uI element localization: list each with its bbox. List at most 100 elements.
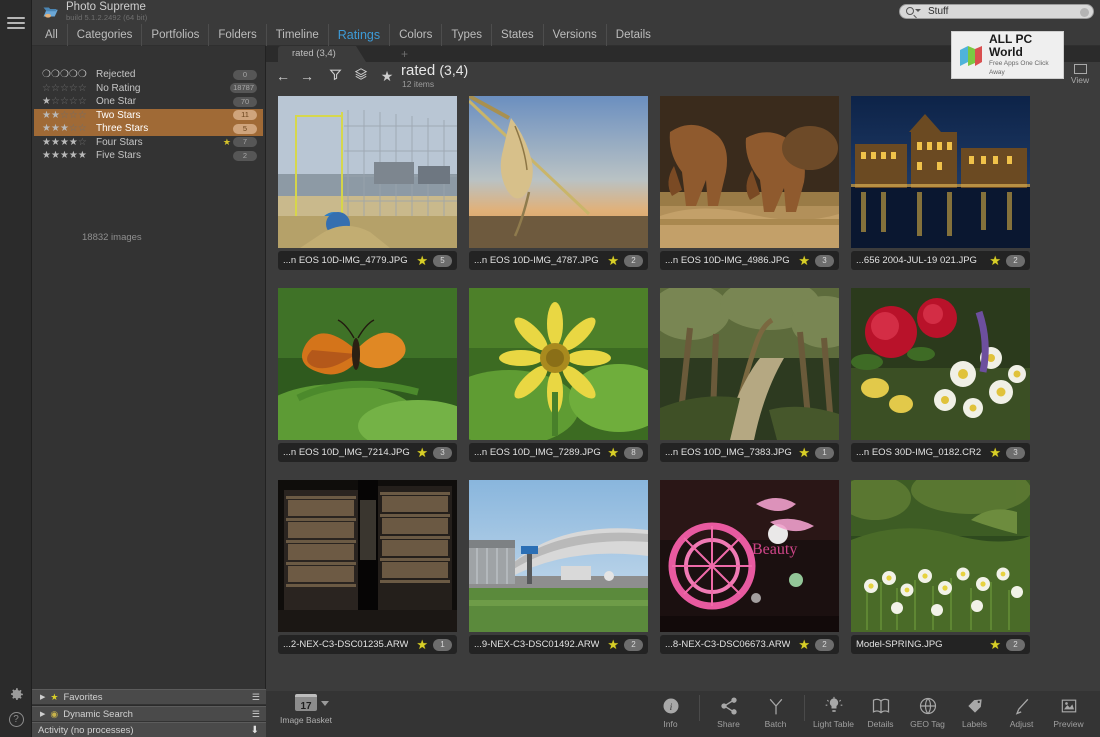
star-icon[interactable]: ★ — [376, 66, 398, 86]
thumbnail-image[interactable] — [660, 288, 839, 440]
panel-menu-icon[interactable]: ☰ — [252, 709, 259, 720]
star-rating-icons: ★★☆☆☆ — [42, 110, 96, 121]
star-icon[interactable]: ★ — [607, 640, 619, 650]
star-icon[interactable]: ★ — [798, 256, 810, 266]
sidebar-panel-dynamic-search[interactable]: ▶ ◉ Dynamic Search ☰ — [32, 706, 266, 722]
thumbnail-image[interactable] — [851, 96, 1030, 248]
thumbnail-cell[interactable]: Beauty ...8-NEX-C3-DSC06673.ARW★2 — [654, 478, 845, 670]
dynamic-search-icon: ◉ — [50, 709, 58, 720]
forward-icon[interactable]: → — [296, 66, 318, 86]
thumbnail-cell[interactable]: ...656 2004-JUL-19 021.JPG★2 — [845, 94, 1036, 286]
tool-label: Share — [705, 719, 752, 729]
tab-types[interactable]: Types — [442, 24, 492, 46]
tool-batch[interactable]: Batch — [752, 695, 799, 729]
thumbnail-cell[interactable]: Model-SPRING.JPG★2 — [845, 478, 1036, 670]
rating-row-four-stars[interactable]: ★★★★☆Four Stars★7 — [34, 136, 263, 150]
thumbnail-cell[interactable]: ...n EOS 30D-IMG_0182.CR2★3 — [845, 286, 1036, 478]
thumbnail-cell[interactable]: ...n EOS 10D_IMG_7383.JPG★1 — [654, 286, 845, 478]
stack-icon[interactable] — [350, 66, 372, 86]
thumbnail-image[interactable] — [278, 480, 457, 632]
thumbnail-image[interactable] — [851, 480, 1030, 632]
details-book-icon — [857, 695, 904, 717]
hamburger-menu-icon[interactable] — [0, 14, 32, 32]
tool-label: Batch — [752, 719, 799, 729]
thumbnail-cell[interactable]: ...n EOS 10D_IMG_7214.JPG★3 — [272, 286, 463, 478]
tab-all[interactable]: All — [36, 24, 68, 46]
document-tab[interactable]: rated (3,4) — [278, 46, 356, 62]
images-count-label: 18832 images — [82, 232, 142, 243]
thumbnail-cell[interactable]: ...n EOS 10D-IMG_4779.JPG★5 — [272, 94, 463, 286]
rating-row-one-star[interactable]: ★☆☆☆☆One Star70 — [34, 95, 263, 109]
tab-states[interactable]: States — [492, 24, 544, 46]
thumbnail-image[interactable] — [278, 96, 457, 248]
back-icon[interactable]: ← — [272, 66, 294, 86]
thumbnail-image[interactable] — [278, 288, 457, 440]
tool-light-table[interactable]: Light Table — [810, 695, 857, 729]
thumbnail-image[interactable] — [469, 480, 648, 632]
help-icon[interactable]: ? — [0, 712, 32, 727]
tab-portfolios[interactable]: Portfolios — [142, 24, 209, 46]
tab-colors[interactable]: Colors — [390, 24, 442, 46]
star-rating-icons: ☆☆☆☆☆ — [42, 83, 96, 94]
add-tab-button[interactable]: + — [401, 46, 408, 62]
star-icon[interactable]: ★ — [989, 256, 1001, 266]
tool-preview[interactable]: Preview — [1045, 695, 1092, 729]
activity-bar[interactable]: Activity (no processes) ⬇ — [32, 722, 266, 737]
tab-timeline[interactable]: Timeline — [267, 24, 329, 46]
tab-folders[interactable]: Folders — [209, 24, 266, 46]
thumbnail-image[interactable] — [660, 96, 839, 248]
tab-details[interactable]: Details — [607, 24, 660, 46]
rating-row-two-stars[interactable]: ★★☆☆☆Two Stars11 — [34, 109, 263, 123]
chevron-down-icon[interactable] — [915, 9, 921, 12]
star-icon[interactable]: ★ — [607, 256, 619, 266]
thumbnail-image[interactable] — [469, 96, 648, 248]
search-input[interactable]: Stuff — [899, 4, 1094, 19]
star-icon[interactable]: ★ — [798, 448, 810, 458]
clear-icon[interactable] — [1080, 8, 1089, 17]
panel-menu-icon[interactable]: ☰ — [252, 692, 259, 703]
thumbnail-image[interactable]: Beauty — [660, 480, 839, 632]
star-icon[interactable]: ★ — [416, 640, 428, 650]
titlebar: Photo Supreme build 5.1.2.2492 (64 bit) … — [32, 0, 1100, 24]
tool-share[interactable]: Share — [705, 695, 752, 729]
items-count: 12 items — [402, 79, 434, 89]
tab-versions[interactable]: Versions — [544, 24, 607, 46]
star-icon[interactable]: ★ — [607, 448, 619, 458]
star-icon[interactable]: ★ — [798, 640, 810, 650]
rating-row-three-stars[interactable]: ★★★☆☆Three Stars5 — [34, 122, 263, 136]
ratings-list: ❍❍❍❍❍Rejected0☆☆☆☆☆No Rating18787★☆☆☆☆On… — [32, 46, 265, 163]
thumbnail-caption: ...9-NEX-C3-DSC01492.ARW★2 — [469, 635, 648, 654]
thumbnail-cell[interactable]: ...n EOS 10D-IMG_4787.JPG★2 — [463, 94, 654, 286]
thumbnail-image[interactable] — [851, 288, 1030, 440]
star-icon[interactable]: ★ — [989, 640, 1001, 650]
tab-ratings[interactable]: Ratings — [329, 24, 390, 46]
rating-row-five-stars[interactable]: ★★★★★Five Stars2 — [34, 149, 263, 163]
thumbnail-image[interactable] — [469, 288, 648, 440]
thumbnail-cell[interactable]: ...n EOS 10D-IMG_4986.JPG★3 — [654, 94, 845, 286]
download-arrow-icon[interactable]: ⬇ — [251, 725, 259, 736]
tool-details[interactable]: Details — [857, 695, 904, 729]
gear-icon[interactable] — [0, 686, 32, 706]
sidebar-panel-favorites[interactable]: ▶ ★ Favorites ☰ — [32, 689, 266, 705]
view-button[interactable]: View — [1066, 62, 1094, 85]
tool-labels[interactable]: Labels — [951, 695, 998, 729]
star-icon[interactable]: ★ — [416, 448, 428, 458]
tab-categories[interactable]: Categories — [68, 24, 143, 46]
thumbnail-cell[interactable]: ...2-NEX-C3-DSC01235.ARW★1 — [272, 478, 463, 670]
tool-geo-tag[interactable]: GEO Tag — [904, 695, 951, 729]
thumbnail-cell[interactable]: ...n EOS 10D_IMG_7289.JPG★8 — [463, 286, 654, 478]
thumbnail-badge: 2 — [624, 639, 643, 651]
filter-icon[interactable] — [324, 66, 346, 86]
thumbnail-cell[interactable]: ...9-NEX-C3-DSC01492.ARW★2 — [463, 478, 654, 670]
basket-count: 17 — [295, 694, 317, 711]
tool-adjust[interactable]: Adjust — [998, 695, 1045, 729]
rating-row-rejected[interactable]: ❍❍❍❍❍Rejected0 — [34, 68, 263, 82]
tool-info[interactable]: iInfo — [647, 695, 694, 729]
star-icon[interactable]: ★ — [416, 256, 428, 266]
image-basket[interactable]: 17 Image Basket — [276, 694, 336, 725]
chevron-down-icon[interactable] — [321, 701, 329, 706]
star-icon[interactable]: ★ — [989, 448, 1001, 458]
thumbnail-filename: ...n EOS 10D-IMG_4779.JPG — [283, 255, 408, 266]
rating-row-no-rating[interactable]: ☆☆☆☆☆No Rating18787 — [34, 82, 263, 96]
thumbnail-badge: 1 — [815, 447, 834, 459]
